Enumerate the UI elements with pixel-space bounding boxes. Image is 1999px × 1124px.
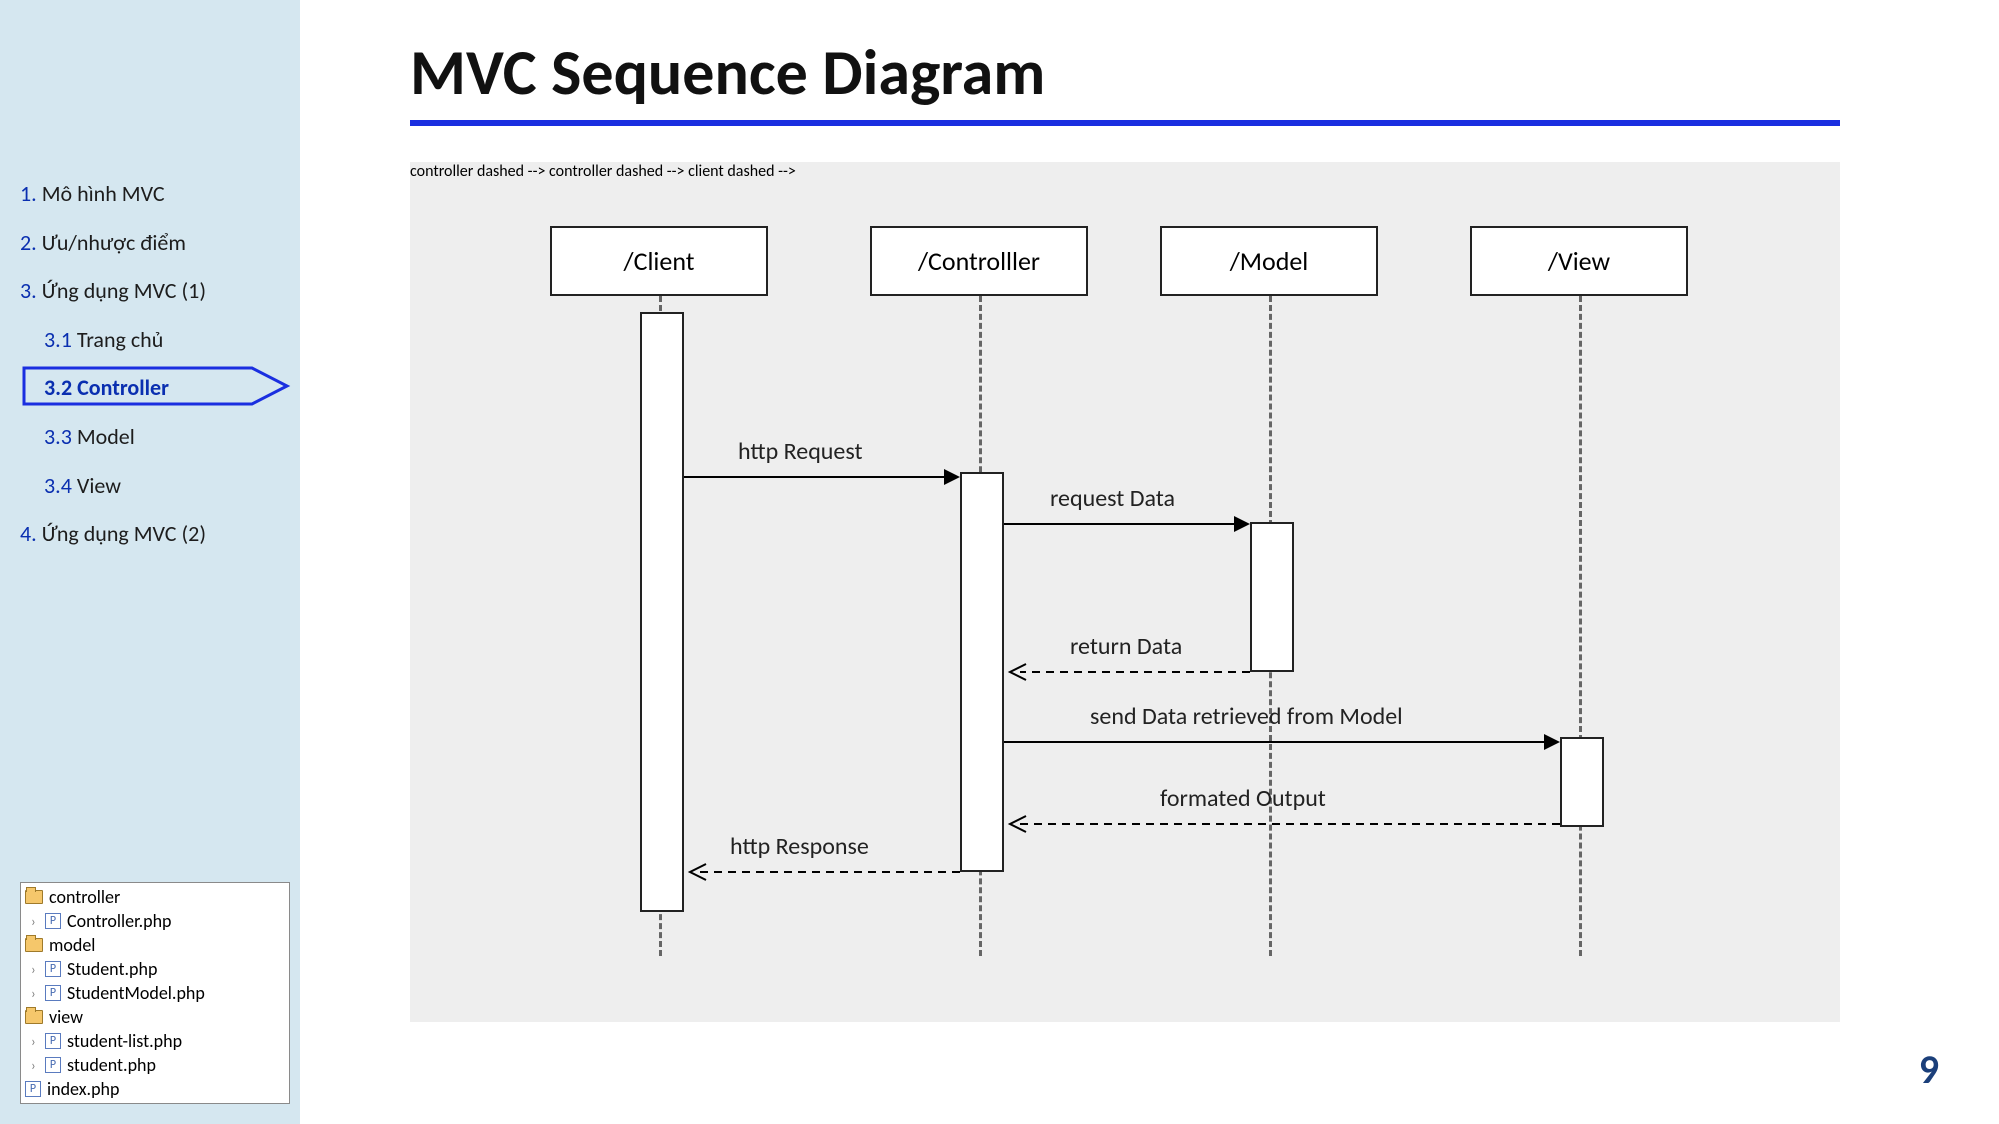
tree-file-studentmodel-php[interactable]: › P StudentModel.php: [21, 981, 289, 1005]
file-tree-panel: controller › P Controller.php model › P …: [20, 882, 290, 1104]
lifeline-head-client: /Client: [550, 226, 768, 296]
php-file-icon: P: [45, 1033, 61, 1049]
outline-num: 3.2: [44, 374, 72, 401]
activation-client: [640, 312, 684, 912]
folder-icon: [25, 1010, 43, 1024]
msg-http-request: http Request: [738, 437, 863, 466]
page-number: 9: [1919, 1045, 1939, 1094]
outline-item-3[interactable]: 3. Ứng dụng MVC (1): [16, 267, 296, 316]
folder-icon: [25, 938, 43, 952]
php-file-icon: P: [45, 961, 61, 977]
arrow-send-data: [1004, 732, 1560, 752]
outline-item-3-2-active[interactable]: 3.2 Controller: [16, 364, 296, 413]
outline-text: Mô hình MVC: [37, 180, 165, 207]
lifeline-head-view: /View: [1470, 226, 1688, 296]
tree-folder-view[interactable]: view: [21, 1005, 289, 1029]
activation-model: [1250, 522, 1294, 672]
outline-item-3-3[interactable]: 3.3 Model: [16, 413, 296, 462]
activation-view: [1560, 737, 1604, 827]
outline-text: Ứng dụng MVC (2): [37, 520, 206, 547]
arrow-request-data: [1004, 514, 1250, 534]
arrow-formated-output: [1004, 814, 1560, 834]
msg-request-data: request Data: [1050, 484, 1175, 513]
outline-num: 2.: [20, 229, 37, 256]
tree-file-student2-php[interactable]: › P student.php: [21, 1053, 289, 1077]
php-file-icon: P: [45, 913, 61, 929]
php-file-icon: P: [45, 1057, 61, 1073]
chevron-right-icon: ›: [31, 913, 43, 930]
outline-text: Model: [72, 423, 135, 450]
tree-label: controller: [49, 886, 120, 908]
outline-num: 1.: [20, 180, 37, 207]
outline-text: Ưu/nhược điểm: [37, 229, 186, 256]
msg-http-response: http Response: [730, 832, 869, 861]
tree-folder-model[interactable]: model: [21, 933, 289, 957]
chevron-right-icon: ›: [31, 1033, 43, 1050]
tree-file-index-php[interactable]: P index.php: [21, 1077, 289, 1101]
outline-item-1[interactable]: 1. Mô hình MVC: [16, 170, 296, 219]
main-content: MVC Sequence Diagram /Client /Controllle…: [300, 0, 1999, 1124]
sidebar: 1. Mô hình MVC 2. Ưu/nhược điểm 3. Ứng d…: [0, 0, 300, 1124]
outline-item-2[interactable]: 2. Ưu/nhược điểm: [16, 219, 296, 268]
outline-num: 3.: [20, 277, 37, 304]
lifeline-head-model: /Model: [1160, 226, 1378, 296]
tree-label: view: [49, 1006, 83, 1028]
head-label: /Controlller: [918, 245, 1040, 277]
outline-text: View: [72, 472, 121, 499]
outline-text: Trang chủ: [72, 326, 163, 353]
outline-num: 4.: [20, 520, 37, 547]
sequence-diagram: /Client /Controlller /Model /View http R…: [410, 162, 1840, 1022]
tree-label: index.php: [47, 1078, 119, 1100]
outline-num: 3.4: [44, 472, 72, 499]
tree-label: student.php: [67, 1054, 156, 1076]
php-file-icon: P: [25, 1081, 41, 1097]
tree-label: Controller.php: [67, 910, 171, 932]
head-label: /Model: [1230, 245, 1309, 277]
tree-folder-controller[interactable]: controller: [21, 885, 289, 909]
msg-return-data: return Data: [1070, 632, 1182, 661]
outline-num: 3.3: [44, 423, 72, 450]
msg-send-data: send Data retrieved from Model: [1090, 702, 1403, 731]
outline-text: Ứng dụng MVC (1): [37, 277, 206, 304]
arrow-return-data: [1004, 662, 1250, 682]
outline-list: 1. Mô hình MVC 2. Ưu/nhược điểm 3. Ứng d…: [0, 10, 300, 559]
outline-item-3-1[interactable]: 3.1 Trang chủ: [16, 316, 296, 365]
msg-formated-output: formated Output: [1160, 784, 1326, 813]
chevron-right-icon: ›: [31, 1057, 43, 1074]
tree-label: StudentModel.php: [67, 982, 205, 1004]
tree-file-student-php[interactable]: › P Student.php: [21, 957, 289, 981]
page-title: MVC Sequence Diagram: [410, 34, 1840, 126]
outline-item-3-4[interactable]: 3.4 View: [16, 462, 296, 511]
php-file-icon: P: [45, 985, 61, 1001]
lifeline-head-controller: /Controlller: [870, 226, 1088, 296]
lifeline-view: [1579, 296, 1582, 956]
tree-label: Student.php: [67, 958, 157, 980]
tree-label: student-list.php: [67, 1030, 182, 1052]
folder-icon: [25, 890, 43, 904]
tree-file-controller-php[interactable]: › P Controller.php: [21, 909, 289, 933]
outline-text: Controller: [72, 374, 169, 401]
outline-num: 3.1: [44, 326, 72, 353]
chevron-right-icon: ›: [31, 985, 43, 1002]
arrow-http-request: [684, 467, 960, 487]
activation-controller: [960, 472, 1004, 872]
arrow-http-response: [684, 862, 960, 882]
tree-label: model: [49, 934, 95, 956]
tree-file-studentlist-php[interactable]: › P student-list.php: [21, 1029, 289, 1053]
chevron-right-icon: ›: [31, 961, 43, 978]
head-label: /View: [1548, 245, 1610, 277]
outline-item-4[interactable]: 4. Ứng dụng MVC (2): [16, 510, 296, 559]
head-label: /Client: [624, 245, 695, 277]
